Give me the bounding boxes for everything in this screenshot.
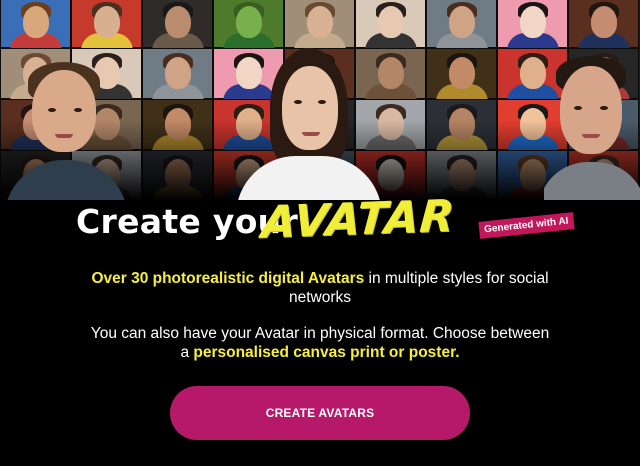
avatar-tile (568, 0, 639, 51)
avatar-collage (0, 0, 640, 200)
intro-highlight: Over 30 photorealistic digital Avatars (91, 270, 365, 287)
intro-paragraph: Over 30 photorealistic digital Avatars i… (90, 269, 550, 307)
avatar-tile (213, 0, 284, 51)
portrait-woman (226, 44, 386, 200)
avatar-tile (0, 0, 71, 51)
physical-format-highlight: personalised canvas print or poster. (193, 344, 460, 361)
create-avatars-button[interactable]: CREATE AVATARS (170, 386, 470, 440)
create-avatars-label: CREATE AVATARS (265, 406, 375, 420)
generated-with-ai-badge: Generated with AI (478, 212, 575, 239)
avatar-tile (426, 0, 497, 51)
physical-format-paragraph: You can also have your Avatar in physica… (90, 324, 550, 362)
avatar-tile (142, 48, 213, 102)
avatar-tile (142, 0, 213, 51)
portrait-boy (6, 56, 126, 200)
avatar-tile (426, 48, 497, 102)
avatar-tile (497, 0, 568, 51)
avatar-tile (71, 0, 142, 51)
portrait-man (544, 52, 640, 200)
headline-avatar-word: AVATAR (259, 190, 457, 249)
avatar-tile (284, 0, 355, 51)
headline: Create your AVATAR Generated with AI (0, 191, 640, 250)
avatar-tile (355, 0, 426, 51)
